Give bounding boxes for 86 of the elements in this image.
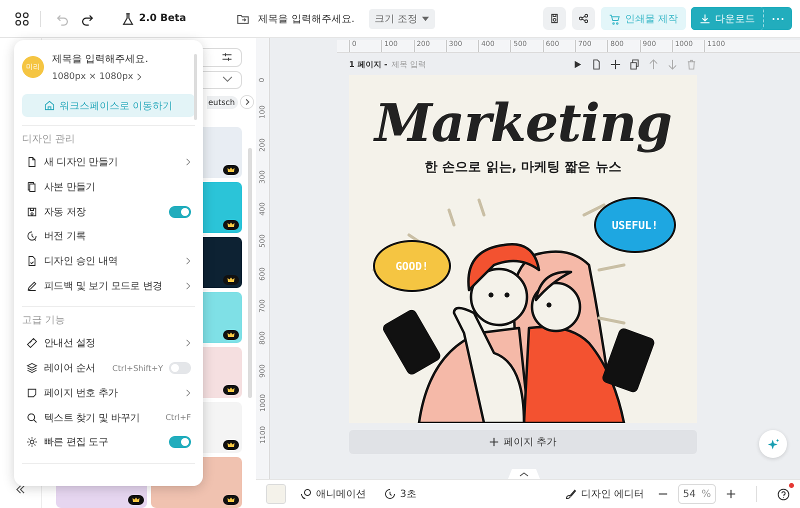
section-heading: 디자인 관리 bbox=[22, 133, 76, 146]
menu-item-icon bbox=[26, 181, 38, 194]
design-title: 제목을 입력해주세요. bbox=[52, 53, 148, 66]
menu-item[interactable]: 안내선 설정 bbox=[22, 331, 195, 356]
save-icon bbox=[548, 12, 560, 25]
crown-icon bbox=[223, 330, 239, 340]
design-page[interactable]: Marketing 한 손으로 읽는, 마케팅 짧은 뉴스 GOOD! USEFUL! bbox=[349, 75, 697, 423]
animation-button[interactable]: 애니메이션 bbox=[296, 487, 370, 501]
brush-icon bbox=[564, 488, 577, 500]
version-label: 2.0 Beta bbox=[139, 13, 186, 24]
chevron-right-icon bbox=[186, 388, 191, 397]
cart-icon bbox=[608, 12, 621, 24]
menu-item[interactable]: 디자인 승인 내역 bbox=[22, 248, 195, 274]
menu-item-icon bbox=[26, 412, 38, 424]
zoom-in-icon[interactable] bbox=[726, 489, 736, 499]
share-button[interactable] bbox=[572, 7, 595, 30]
crown-icon bbox=[223, 165, 239, 175]
zoom-field[interactable]: 54 % bbox=[678, 484, 716, 504]
headline-text[interactable]: Marketing bbox=[374, 93, 672, 154]
design-size-link[interactable]: 1080px × 1080px bbox=[52, 72, 148, 82]
sparkle-icon bbox=[766, 438, 780, 450]
background-color-swatch[interactable] bbox=[266, 484, 286, 504]
page-label: 1 페이지 - bbox=[349, 59, 388, 70]
design-editor-button[interactable]: 디자인 에디터 bbox=[560, 487, 648, 501]
resize-button[interactable]: 크기 조정 bbox=[368, 8, 435, 28]
crown-icon bbox=[223, 440, 239, 450]
duration-button[interactable]: 3초 bbox=[380, 487, 420, 501]
menu-item[interactable]: 빠른 편집 도구 bbox=[22, 430, 195, 455]
chevron-down-icon bbox=[222, 76, 233, 84]
toggle-switch[interactable] bbox=[169, 436, 191, 448]
clock-icon bbox=[384, 488, 396, 500]
menu-item-icon bbox=[26, 386, 38, 399]
menu-item[interactable]: 레이어 순서 Ctrl+Shift+Y bbox=[22, 356, 195, 380]
menu-item-icon bbox=[26, 280, 38, 292]
caret-icon bbox=[422, 15, 429, 22]
crown-icon bbox=[223, 220, 239, 230]
document-title[interactable]: 제목을 입력해주세요. bbox=[258, 12, 354, 26]
menu-item[interactable]: 사본 만들기 bbox=[22, 174, 195, 200]
play-icon[interactable] bbox=[572, 59, 583, 70]
menu-item[interactable]: 새 디자인 만들기 bbox=[22, 150, 195, 175]
menu-item-icon bbox=[26, 156, 38, 168]
animation-icon bbox=[300, 488, 312, 500]
menu-item[interactable]: 텍스트 찾기 및 바꾸기 Ctrl+F bbox=[22, 405, 195, 430]
menu-item[interactable]: 버전 기록 bbox=[22, 224, 195, 249]
toggle-switch[interactable] bbox=[169, 206, 191, 218]
collapse-icon[interactable] bbox=[15, 485, 26, 494]
plus-icon[interactable] bbox=[610, 59, 621, 70]
menu-item[interactable]: 자동 저장 bbox=[22, 199, 195, 224]
grid-menu-icon[interactable] bbox=[14, 10, 30, 26]
language-chip[interactable]: eutsch bbox=[207, 96, 238, 108]
chevron-right-icon bbox=[186, 339, 191, 348]
more-icon[interactable] bbox=[772, 16, 784, 20]
menu-item[interactable]: 페이지 번호 추가 bbox=[22, 380, 195, 406]
chevron-right-icon bbox=[186, 158, 191, 166]
add-page-button[interactable]: 페이지 추가 bbox=[349, 430, 697, 454]
filter-icon[interactable] bbox=[221, 51, 233, 64]
shortcut-text: Ctrl+F bbox=[165, 413, 191, 422]
chevron-right-icon[interactable] bbox=[240, 95, 254, 109]
crown-icon bbox=[223, 495, 239, 505]
crown-icon bbox=[128, 495, 144, 505]
shortcut-text: Ctrl+Shift+Y bbox=[112, 364, 163, 373]
menu-item-icon bbox=[26, 436, 38, 448]
plus-icon bbox=[489, 437, 500, 447]
chevron-right-icon bbox=[186, 257, 191, 266]
page-icon[interactable] bbox=[591, 59, 602, 70]
save-icon-button[interactable] bbox=[542, 7, 566, 30]
flask-icon bbox=[121, 12, 135, 26]
subtitle-text[interactable]: 한 손으로 읽는, 마케팅 짧은 뉴스 bbox=[424, 158, 622, 176]
menu-item-icon bbox=[26, 255, 38, 268]
section-heading: 고급 기능 bbox=[22, 314, 66, 328]
menu-item-icon bbox=[26, 206, 38, 218]
toggle-switch[interactable] bbox=[169, 362, 191, 374]
menu-item[interactable]: 피드백 및 보기 모드로 변경 bbox=[22, 273, 195, 298]
help-icon[interactable] bbox=[777, 488, 790, 500]
crown-icon bbox=[223, 385, 239, 395]
crown-icon bbox=[223, 275, 239, 285]
share-icon bbox=[578, 12, 589, 25]
menu-item-icon bbox=[26, 362, 38, 374]
ai-assistant-button[interactable] bbox=[759, 430, 787, 458]
chevron-right-icon bbox=[186, 282, 191, 290]
house-icon bbox=[44, 100, 56, 111]
chevron-right-icon bbox=[137, 73, 142, 81]
menu-item-icon bbox=[26, 230, 38, 242]
download-icon bbox=[699, 12, 711, 24]
duplicate-icon[interactable] bbox=[629, 59, 640, 70]
menu-item-icon bbox=[26, 337, 38, 350]
